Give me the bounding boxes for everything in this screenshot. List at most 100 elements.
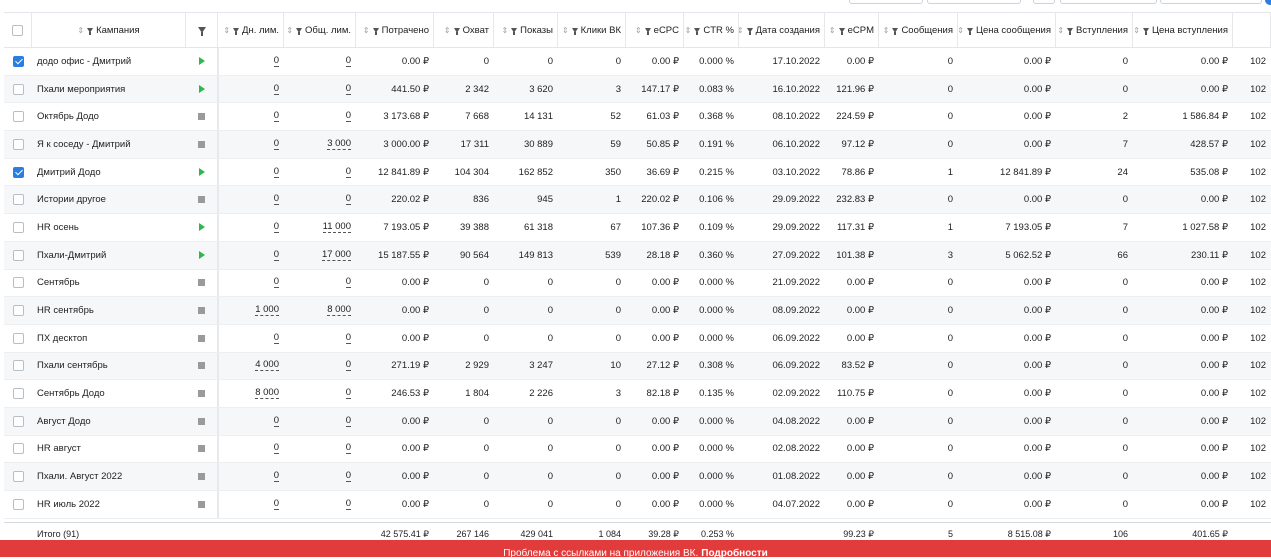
cell-day-limit[interactable]: 0	[218, 435, 284, 463]
limit-value[interactable]: 0	[273, 194, 279, 206]
table-row[interactable]: ПХ десктоп 0 0 0.00 ₽ 0 0 0 0.00 ₽ 0.000 % 06.09.…	[4, 324, 1271, 353]
row-checkbox[interactable]	[12, 55, 24, 67]
limit-value[interactable]: 0	[345, 194, 351, 206]
cell-select[interactable]	[4, 270, 32, 297]
limit-value[interactable]: 0	[345, 415, 351, 427]
select-all-checkbox[interactable]	[12, 24, 23, 36]
stop-icon[interactable]	[198, 140, 205, 148]
cell-name[interactable]: Дмитрий Додо	[32, 159, 186, 186]
sort-icon[interactable]: ⇕	[223, 26, 230, 35]
cell-name[interactable]: Истории другое	[32, 186, 186, 213]
limit-value[interactable]: 0	[273, 471, 279, 483]
header-msg-price[interactable]: ⇕ Цена сообщения	[958, 13, 1056, 47]
cell-day-limit[interactable]: 0	[218, 158, 284, 186]
play-icon[interactable]	[198, 251, 205, 260]
header-name[interactable]: ⇕ Кампания	[32, 13, 186, 47]
limit-value[interactable]: 11 000	[322, 221, 351, 233]
table-row[interactable]: Пхали. Август 2022 0 0 0.00 ₽ 0 0 0 0.00 ₽ 0.000…	[4, 463, 1271, 491]
cell-name[interactable]: Сентябрь	[32, 270, 186, 297]
header-status[interactable]	[186, 13, 218, 47]
limit-value[interactable]: 0	[273, 55, 279, 67]
cell-name[interactable]: Пхали мероприятия	[32, 76, 186, 103]
cell-select[interactable]	[4, 186, 32, 213]
table-row[interactable]: HR июль 2022 0 0 0.00 ₽ 0 0 0 0.00 ₽ 0.000 % 04.0…	[4, 491, 1271, 519]
limit-value[interactable]: 0	[345, 277, 351, 289]
row-checkbox[interactable]	[12, 111, 24, 123]
cell-total-limit[interactable]: 0	[284, 408, 356, 435]
filter-icon[interactable]	[966, 27, 973, 35]
row-checkbox[interactable]	[12, 415, 24, 427]
cell-status[interactable]	[186, 131, 218, 158]
cell-day-limit[interactable]: 0	[218, 491, 284, 518]
filter-icon[interactable]	[1067, 27, 1074, 35]
cell-total-limit[interactable]: 11 000	[284, 214, 356, 241]
filter-icon[interactable]	[453, 27, 460, 35]
table-row[interactable]: HR сентябрь 1 000 8 000 0.00 ₽ 0 0 0 0.00 ₽ 0.00…	[4, 297, 1271, 325]
header-ecpm[interactable]: ⇕ eCPM	[825, 13, 879, 47]
stop-icon[interactable]	[198, 307, 205, 315]
sort-icon[interactable]: ⇕	[444, 26, 451, 35]
cell-total-limit[interactable]: 17 000	[284, 242, 356, 269]
cell-select[interactable]	[4, 76, 32, 103]
cell-status[interactable]	[186, 324, 218, 352]
cell-name[interactable]: Пхали-Дмитрий	[32, 242, 186, 269]
cell-name[interactable]: Я к соседу - Дмитрий	[32, 131, 186, 158]
cell-day-limit[interactable]: 0	[218, 407, 284, 435]
sort-icon[interactable]: ⇕	[363, 26, 370, 35]
cell-total-limit[interactable]: 0	[284, 76, 356, 103]
table-row[interactable]: Пхали сентябрь 4 000 0 271.19 ₽ 2 929 3 247 10…	[4, 352, 1271, 381]
cell-select[interactable]	[4, 103, 32, 130]
header-join-price[interactable]: ⇕ Цена вступления	[1133, 13, 1233, 47]
cell-day-limit[interactable]: 0	[218, 75, 284, 103]
header-reach[interactable]: ⇕ Охват	[434, 13, 494, 47]
cell-name[interactable]: Август Додо	[32, 408, 186, 435]
filter-icon[interactable]	[197, 27, 206, 36]
table-row[interactable]: Пхали мероприятия 0 0 441.50 ₽ 2 342 3 620 3 14…	[4, 75, 1271, 104]
cell-day-limit[interactable]: 0	[218, 463, 284, 490]
cell-day-limit[interactable]: 0	[218, 103, 284, 131]
cell-select[interactable]	[4, 353, 32, 380]
filter-icon[interactable]	[644, 27, 651, 35]
filter-icon[interactable]	[372, 27, 379, 35]
row-checkbox[interactable]	[12, 194, 24, 206]
cell-select[interactable]	[4, 242, 32, 269]
filter-icon[interactable]	[1142, 27, 1149, 35]
cell-total-limit[interactable]: 0	[284, 103, 356, 130]
cell-total-limit[interactable]: 0	[284, 436, 356, 463]
stop-icon[interactable]	[198, 334, 205, 342]
stop-icon[interactable]	[198, 473, 205, 481]
table-row[interactable]: Август Додо 0 0 0.00 ₽ 0 0 0 0.00 ₽ 0.000 % 04.08…	[4, 407, 1271, 436]
cell-select[interactable]	[4, 297, 32, 324]
limit-value[interactable]: 0	[273, 332, 279, 344]
limit-value[interactable]: 8 000	[327, 305, 351, 317]
cell-status[interactable]	[186, 103, 218, 131]
cell-total-limit[interactable]: 3 000	[284, 131, 356, 158]
toolbar-button[interactable]	[1160, 0, 1262, 4]
filter-icon[interactable]	[694, 27, 701, 35]
cell-status[interactable]	[186, 463, 218, 490]
header-joins[interactable]: ⇕ Вступления	[1056, 13, 1133, 47]
cell-total-limit[interactable]: 0	[284, 463, 356, 490]
cell-day-limit[interactable]: 0	[218, 131, 284, 158]
limit-value[interactable]: 0	[345, 166, 351, 178]
limit-value[interactable]: 0	[345, 443, 351, 455]
sort-icon[interactable]: ⇕	[1133, 26, 1140, 35]
cell-status[interactable]	[186, 75, 218, 103]
header-ctr[interactable]: ⇕ CTR %	[684, 13, 739, 47]
row-checkbox[interactable]	[12, 443, 24, 455]
cell-status[interactable]	[186, 407, 218, 435]
filter-icon[interactable]	[87, 27, 94, 35]
limit-value[interactable]: 0	[345, 111, 351, 123]
cell-total-limit[interactable]: 0	[284, 325, 356, 352]
cell-name[interactable]: Октябрь Додо	[32, 103, 186, 130]
table-row[interactable]: додо офис - Дмитрий 0 0 0.00 ₽ 0 0 0 0.00 ₽ 0.00…	[4, 48, 1271, 76]
limit-value[interactable]: 0	[345, 360, 351, 372]
header-total-limit[interactable]: ⇕ Общ. лим.	[284, 13, 356, 47]
header-messages[interactable]: ⇕ Сообщения	[879, 13, 958, 47]
row-checkbox[interactable]	[12, 166, 24, 178]
cell-day-limit[interactable]: 0	[218, 324, 284, 352]
cell-select[interactable]	[4, 491, 32, 518]
row-checkbox[interactable]	[12, 249, 24, 261]
cell-status[interactable]	[186, 158, 218, 186]
cell-name[interactable]: Сентябрь Додо	[32, 380, 186, 407]
